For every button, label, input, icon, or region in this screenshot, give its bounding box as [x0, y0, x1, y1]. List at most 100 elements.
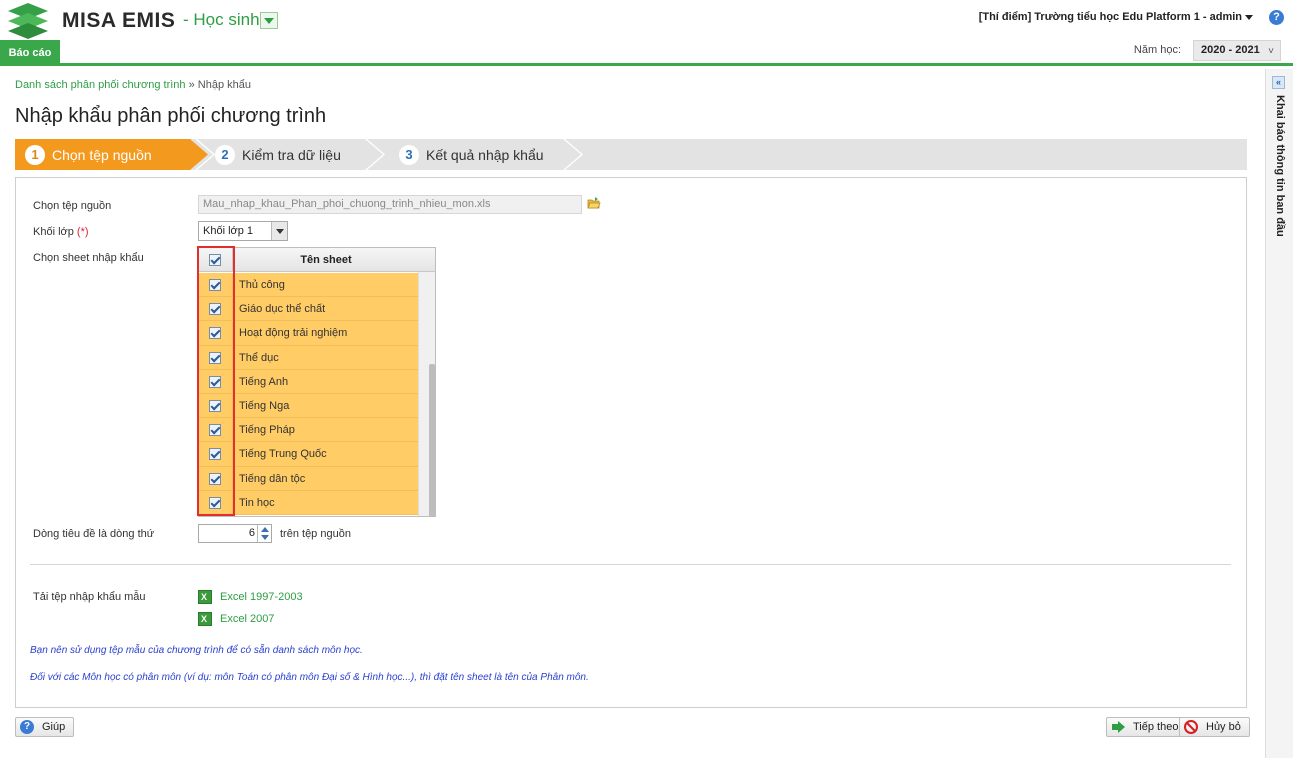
school-year-select[interactable]: 2020 - 2021 ˅	[1193, 40, 1281, 61]
select-all-cell	[199, 248, 233, 272]
wizard-step-1: 1 Chọn tệp nguồn	[15, 139, 208, 170]
module-name: - Học sinh	[183, 10, 260, 29]
chevron-down-icon	[264, 17, 274, 24]
sheet-checkbox[interactable]	[209, 327, 221, 340]
sheet-grid-rows: Thủ công Giáo dục thể chất Hoạt động trả…	[199, 273, 418, 515]
grid-scrollbar-thumb[interactable]	[429, 364, 435, 516]
sheet-label: Chọn sheet nhập khẩu	[33, 252, 144, 264]
sheet-row[interactable]: Tiếng Anh	[199, 369, 418, 394]
stepper-arrows[interactable]	[257, 525, 271, 542]
sheet-row[interactable]: Tin học	[199, 490, 418, 515]
module-dropdown-button[interactable]	[260, 12, 278, 29]
source-file-input[interactable]: Mau_nhap_khau_Phan_phoi_chuong_trinh_nhi…	[198, 195, 582, 214]
cancel-button-label: Hủy bỏ	[1206, 721, 1241, 733]
sheet-checkbox[interactable]	[209, 351, 221, 364]
arrow-right-icon	[1111, 720, 1125, 734]
sheet-row[interactable]: Tiếng Nga	[199, 393, 418, 419]
sheet-grid: Tên sheet Thủ công Giáo dục thể chất Hoạ…	[198, 247, 436, 517]
sheet-row[interactable]: Thể dục	[199, 345, 418, 370]
excel-2003-label: Excel 1997-2003	[220, 591, 303, 603]
excel-2007-label: Excel 2007	[220, 613, 275, 625]
step-label: Chọn tệp nguồn	[52, 146, 152, 163]
sheet-name: Tiếng Nga	[239, 399, 290, 412]
sheet-checkbox[interactable]	[209, 375, 221, 388]
sheet-checkbox[interactable]	[209, 424, 221, 437]
sheet-name: Giáo dục thể chất	[239, 303, 326, 316]
header-row-stepper[interactable]: 6	[198, 524, 272, 543]
sheet-row[interactable]: Hoạt động trải nghiệm	[199, 321, 418, 346]
breadcrumb: Danh sách phân phối chương trình » Nhập …	[15, 79, 251, 91]
school-year-value: 2020 - 2021	[1201, 44, 1260, 56]
chevron-down-icon: ˅	[1268, 46, 1274, 57]
school-user-label: [Thí điểm] Trường tiểu học Edu Platform …	[978, 11, 1242, 23]
sheet-checkbox[interactable]	[209, 496, 221, 509]
collapse-panel-icon[interactable]: «	[1272, 76, 1285, 89]
note-template: Bạn nên sử dụng tệp mẫu của chương trình…	[30, 645, 363, 656]
step-separator	[563, 139, 583, 170]
misa-logo-icon	[8, 3, 48, 39]
step-label: Kiểm tra dữ liệu	[242, 146, 341, 163]
side-panel-label[interactable]: Khai báo thông tin ban đầu	[1266, 93, 1293, 237]
grade-label-text: Khối lớp	[33, 226, 74, 238]
header-row-value: 6	[248, 527, 255, 539]
arrow-down-icon[interactable]	[261, 535, 269, 540]
grade-label: Khối lớp (*)	[33, 226, 89, 238]
excel-2007-link[interactable]: Excel 2007	[198, 612, 274, 626]
app-logo-text: MISA EMIS	[62, 9, 176, 32]
step-label: Kết quả nhập khẩu	[426, 146, 544, 163]
sheet-checkbox[interactable]	[209, 448, 221, 461]
next-button[interactable]: Tiếp theo	[1106, 717, 1188, 737]
caret-down-icon	[1245, 14, 1253, 20]
school-user-menu[interactable]: [Thí điểm] Trường tiểu học Edu Platform …	[979, 11, 1253, 23]
breadcrumb-parent-link[interactable]: Danh sách phân phối chương trình	[15, 79, 186, 91]
arrow-up-icon[interactable]	[261, 527, 269, 532]
sheet-name: Tiếng Trung Quốc	[239, 448, 327, 461]
sheet-row[interactable]: Tiếng Trung Quốc	[199, 442, 418, 467]
help-button[interactable]: ? Giúp	[15, 717, 75, 737]
step-number: 1	[25, 144, 45, 165]
help-icon[interactable]: ?	[1269, 10, 1284, 25]
wizard-step-2: 2 Kiểm tra dữ liệu	[207, 139, 341, 170]
sheet-checkbox[interactable]	[209, 303, 221, 316]
sheet-checkbox[interactable]	[209, 399, 221, 412]
year-label: Năm học:	[1133, 44, 1181, 56]
sheet-row[interactable]: Tiếng dân tộc	[199, 466, 418, 491]
sheet-name: Hoạt động trải nghiệm	[239, 327, 348, 340]
sheet-name-column-header: Tên sheet	[300, 254, 352, 266]
cancel-button[interactable]: Hủy bỏ	[1179, 717, 1250, 737]
grade-value: Khối lớp 1	[203, 225, 254, 237]
sheet-checkbox[interactable]	[209, 472, 221, 485]
breadcrumb-current: Nhập khẩu	[197, 79, 251, 91]
required-mark: (*)	[76, 226, 89, 238]
side-panel: « Khai báo thông tin ban đầu	[1265, 69, 1293, 758]
wizard-step-3: 3 Kết quả nhập khẩu	[389, 139, 544, 170]
help-icon: ?	[20, 720, 34, 734]
header-row-label: Dòng tiêu đề là dòng thứ	[33, 528, 155, 540]
section-divider	[30, 564, 1231, 565]
cancel-icon	[1184, 720, 1198, 734]
tab-report[interactable]: Báo cáo	[0, 40, 60, 66]
excel-2003-link[interactable]: Excel 1997-2003	[198, 590, 303, 604]
source-file-label: Chọn tệp nguồn	[33, 200, 112, 212]
step-number: 3	[399, 144, 419, 165]
sheet-row[interactable]: Thủ công	[199, 273, 418, 298]
step-separator	[365, 139, 385, 170]
header-row-suffix: trên tệp nguồn	[280, 528, 351, 540]
sheet-checkbox[interactable]	[209, 279, 221, 291]
open-folder-icon[interactable]	[587, 196, 601, 210]
next-button-label: Tiếp theo	[1133, 721, 1179, 733]
grid-scrollbar[interactable]	[418, 272, 435, 516]
help-button-label: Giúp	[42, 721, 66, 733]
sheet-row[interactable]: Giáo dục thể chất	[199, 297, 418, 322]
sheet-name: Thể dục	[239, 351, 279, 364]
wizard-steps: 1 Chọn tệp nguồn 2 Kiểm tra dữ liệu 3 Kế…	[15, 139, 1247, 170]
page-title: Nhập khẩu phân phối chương trình	[15, 105, 327, 127]
sheet-row[interactable]: Tiếng Pháp	[199, 418, 418, 443]
sheet-name: Thủ công	[239, 279, 285, 291]
sheet-name: Tiếng Anh	[239, 375, 289, 388]
template-label: Tải tệp nhập khẩu mẫu	[33, 591, 146, 603]
excel-icon	[198, 590, 212, 604]
sheet-name: Tiếng Pháp	[239, 424, 295, 437]
select-all-checkbox[interactable]	[209, 254, 221, 266]
grade-select[interactable]: Khối lớp 1	[198, 221, 288, 241]
